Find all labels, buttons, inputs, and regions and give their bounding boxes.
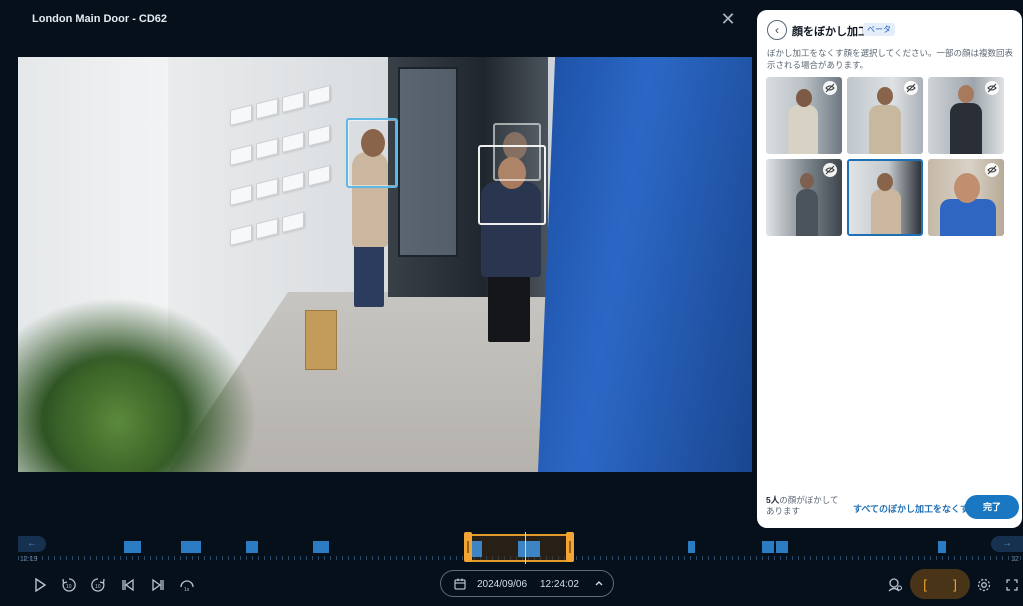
current-date: 2024/09/06 [477,579,528,590]
plaque [230,184,252,206]
timeline-start-label: 12:19 [20,556,38,563]
timeline-playhead[interactable] [525,532,526,564]
playback-speed-icon[interactable]: 1x [176,574,198,596]
gear-icon[interactable] [973,574,995,596]
face-thumbnail[interactable] [928,77,1004,154]
scene-plant [48,347,188,472]
plaque [256,137,278,160]
face-thumbnail-selected[interactable] [847,159,923,236]
skip-forward-label: 10 [95,584,101,590]
timeline-event[interactable] [776,541,788,553]
fullscreen-icon[interactable] [1001,574,1023,596]
eye-off-icon [985,163,999,177]
blurred-count: 5人 [766,495,780,505]
timeline-event[interactable] [688,541,695,553]
clip-start-icon: [ [923,576,927,592]
panel-description: ぼかし加工をなくす顔を選択してください。一部の顔は複数回表示される場合があります… [767,48,1013,70]
face-blur-icon[interactable] [884,574,906,596]
eye-off-icon [823,163,837,177]
skip-back-icon[interactable]: 10 [58,574,80,596]
plaque [282,91,304,113]
back-button[interactable]: ‹ [767,20,787,40]
plaque [308,125,330,147]
timeline-forward-icon[interactable]: → [991,536,1023,552]
timeline-start-handle[interactable] [464,532,472,562]
skip-back-label: 10 [66,584,72,590]
face-thumbnail[interactable] [847,77,923,154]
plaque [230,104,252,126]
date-time-picker[interactable]: 2024/09/06 12:24:02 [440,570,614,597]
scene-plaques [230,60,350,320]
clip-mode-toggle[interactable]: [ ] [910,569,970,599]
eye-off-icon [985,81,999,95]
timeline-event [518,541,540,557]
next-frame-icon[interactable] [147,574,169,596]
plaque [230,144,252,166]
unblur-all-button[interactable]: すべてのぼかし加工をなくす [853,502,969,515]
clip-end-icon: ] [953,576,957,592]
video-player-window: London Main Door - CD62 ✕ ‹ 顔をぼかし加工 ベータ … [0,0,1023,606]
timeline-end-handle[interactable] [566,532,574,562]
scene-cardboard-box [305,310,337,370]
chevron-up-icon [593,577,605,592]
timeline-event[interactable] [124,541,141,553]
plaque [256,177,278,200]
blurred-count-text: 5人の顔がぼかしてあります [766,495,846,517]
face-box-selected[interactable] [346,118,398,188]
plaque [282,171,304,193]
timeline-back-icon[interactable]: ← [18,536,46,552]
timeline-end-label: 12 [1011,556,1019,563]
plaque [282,211,304,233]
play-icon[interactable] [29,574,51,596]
skip-forward-icon[interactable]: 10 [87,574,109,596]
person-center-legs [488,272,530,342]
plaque [256,97,278,120]
person-left-legs [354,242,384,307]
timeline-event [472,541,482,557]
timeline-event[interactable] [181,541,201,553]
eye-off-icon [823,81,837,95]
scene-door-glass [398,67,458,257]
current-time: 12:24:02 [540,579,579,590]
timeline-event[interactable] [762,541,774,553]
done-button[interactable]: 完了 [965,495,1019,519]
calendar-icon [453,577,467,594]
playback-controls: 10 10 1x 2024/09/06 12:24:02 [] [0,566,1023,606]
plaque [230,224,252,246]
plaque [282,131,304,153]
plaque [308,165,330,187]
face-thumbnail[interactable] [928,159,1004,236]
beta-badge: ベータ [863,23,895,36]
plaque [308,85,330,107]
previous-frame-icon[interactable] [117,574,139,596]
face-thumbnail[interactable] [766,159,842,236]
video-frame[interactable] [18,57,752,472]
timeline-event[interactable] [938,541,946,553]
timeline-clip-selection[interactable] [466,534,570,562]
scene-blue-wall [538,57,752,472]
playback-speed-label: 1x [184,587,190,593]
plaque [256,217,278,240]
panel-title: 顔をぼかし加工 [792,26,869,38]
close-icon[interactable]: ✕ [719,10,737,28]
timeline-event[interactable] [246,541,258,553]
timeline[interactable]: ← 12:19 12 → [18,532,1023,566]
face-box[interactable] [478,145,546,225]
camera-title: London Main Door - CD62 [32,13,168,25]
timeline-event[interactable] [313,541,329,553]
face-blur-panel: ‹ 顔をぼかし加工 ベータ ぼかし加工をなくす顔を選択してください。一部の顔は複… [757,10,1022,528]
eye-off-icon [904,81,918,95]
face-thumbnail[interactable] [766,77,842,154]
